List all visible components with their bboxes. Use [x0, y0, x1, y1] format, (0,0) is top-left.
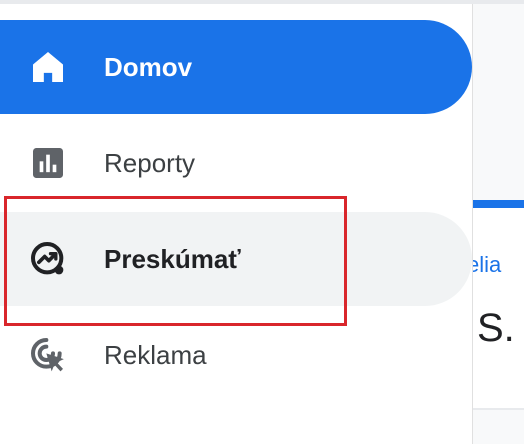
content-card: elia S. [473, 200, 524, 410]
bar-chart-icon [28, 143, 68, 183]
ads-click-icon [28, 335, 68, 375]
sidebar-item-reports[interactable]: Reporty [0, 116, 472, 210]
explore-icon [28, 239, 68, 279]
card-accent-bar [473, 200, 524, 208]
sidebar-item-advertising[interactable]: Reklama [0, 308, 472, 402]
main-content-pane: elia S. [472, 4, 524, 444]
sidebar-item-explore[interactable]: Preskúmať [0, 212, 472, 306]
sidebar-item-label: Preskúmať [104, 243, 241, 274]
content-divider [473, 408, 524, 410]
sidebar-item-label: Reklama [104, 339, 207, 370]
sidebar-nav: Domov Reporty Preskúmať Reklama [0, 4, 472, 444]
sidebar-item-label: Domov [104, 51, 193, 82]
content-link[interactable]: elia [473, 252, 501, 278]
home-icon [28, 47, 68, 87]
sidebar-item-home[interactable]: Domov [0, 20, 472, 114]
content-heading: S. [477, 306, 515, 350]
sidebar-item-label: Reporty [104, 147, 196, 178]
